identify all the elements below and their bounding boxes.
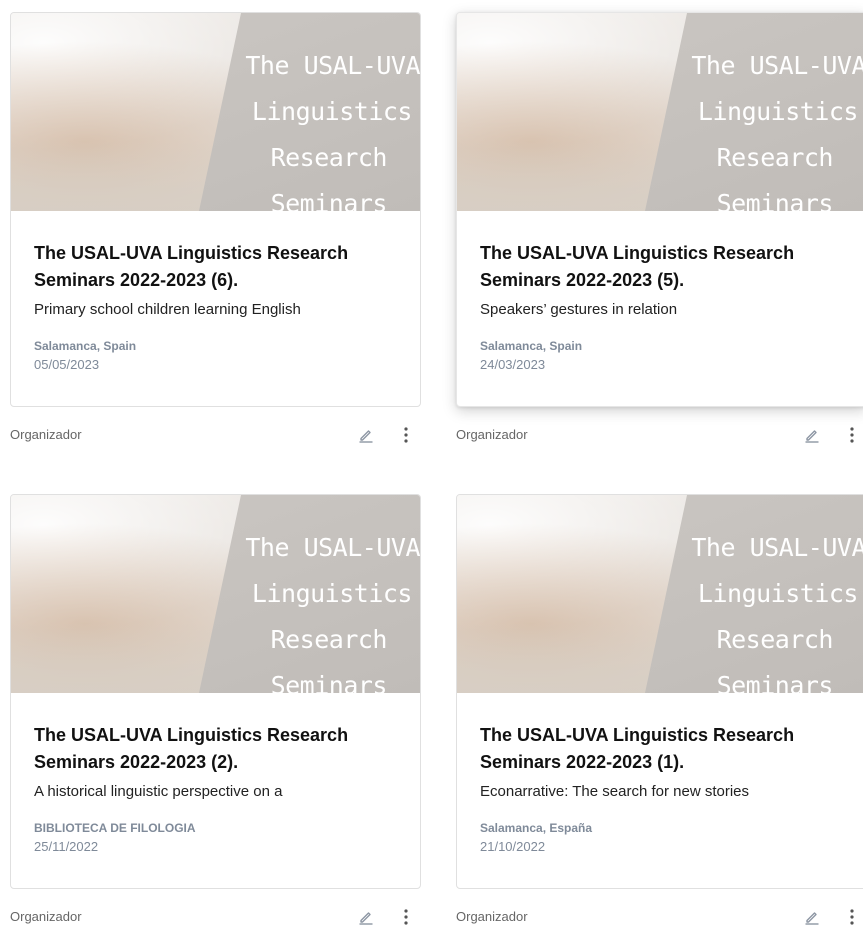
event-card[interactable]: The USAL-UVA Linguistics Research Semina… — [456, 494, 863, 889]
event-card-body: The USAL-UVA Linguistics Research Semina… — [457, 693, 863, 855]
event-footer: Organizador — [10, 901, 421, 941]
more-vert-icon — [850, 909, 854, 925]
event-card[interactable]: The USAL-UVA Linguistics Research Semina… — [10, 12, 421, 407]
more-options-button[interactable] — [846, 425, 858, 445]
event-banner-image: The USAL-UVA Linguistics Research Semina… — [457, 495, 863, 693]
more-vert-icon — [850, 427, 854, 443]
banner-line: The USAL-UVA — [245, 51, 420, 80]
event-description: Econarrative: The search for new stories — [480, 783, 750, 800]
more-vert-icon — [404, 909, 408, 925]
event-card[interactable]: The USAL-UVA Linguistics Research Semina… — [10, 494, 421, 889]
event-title[interactable]: The USAL-UVA Linguistics Research Semina… — [34, 240, 398, 294]
more-options-button[interactable] — [400, 425, 412, 445]
event-footer: Organizador — [456, 419, 863, 459]
banner-line: Research — [270, 143, 388, 172]
edit-button[interactable] — [356, 425, 376, 445]
event-location: Salamanca, España — [480, 821, 593, 835]
banner-line: Linguistics — [697, 579, 859, 608]
banner-line: Research — [716, 625, 834, 654]
more-options-button[interactable] — [400, 907, 412, 927]
event-card-body: The USAL-UVA Linguistics Research Semina… — [11, 211, 420, 373]
event-description: Speakers’ gestures in relation — [480, 301, 678, 318]
event-location: Salamanca, Spain — [480, 339, 583, 353]
event-card-container: The USAL-UVA Linguistics Research Semina… — [10, 12, 421, 459]
banner-text: The USAL-UVA Linguistics Research Semina… — [636, 525, 863, 693]
edit-button[interactable] — [802, 907, 822, 927]
event-banner-image: The USAL-UVA Linguistics Research Semina… — [11, 495, 420, 693]
event-description: Primary school children learning English — [34, 301, 301, 318]
organizer-label: Organizador — [10, 427, 82, 442]
banner-line: Seminars — [716, 189, 834, 211]
event-description: A historical linguistic perspective on a — [34, 783, 283, 800]
banner-line: Linguistics — [697, 97, 859, 126]
edit-button[interactable] — [356, 907, 376, 927]
event-card-container: The USAL-UVA Linguistics Research Semina… — [456, 494, 863, 941]
event-title[interactable]: The USAL-UVA Linguistics Research Semina… — [480, 240, 844, 294]
event-card-body: The USAL-UVA Linguistics Research Semina… — [457, 211, 863, 373]
organizer-label: Organizador — [456, 427, 528, 442]
event-date: 05/05/2023 — [34, 357, 100, 372]
event-card-body: The USAL-UVA Linguistics Research Semina… — [11, 693, 420, 855]
banner-line: Linguistics — [251, 579, 413, 608]
banner-line: Research — [716, 143, 834, 172]
banner-line: Seminars — [716, 671, 834, 693]
pencil-icon — [805, 912, 819, 925]
banner-line: The USAL-UVA — [691, 51, 863, 80]
organizer-label: Organizador — [10, 909, 82, 924]
event-location: Salamanca, Spain — [34, 339, 137, 353]
event-footer: Organizador — [456, 901, 863, 941]
organizer-label: Organizador — [456, 909, 528, 924]
event-title[interactable]: The USAL-UVA Linguistics Research Semina… — [34, 722, 398, 776]
event-location: BIBLIOTECA DE FILOLOGIA — [34, 821, 196, 835]
event-card[interactable]: The USAL-UVA Linguistics Research Semina… — [456, 12, 863, 407]
banner-line: Research — [270, 625, 388, 654]
event-title[interactable]: The USAL-UVA Linguistics Research Semina… — [480, 722, 844, 776]
banner-line: Seminars — [270, 189, 388, 211]
banner-line: The USAL-UVA — [245, 533, 420, 562]
pencil-icon — [359, 430, 373, 443]
event-date: 21/10/2022 — [480, 839, 546, 854]
banner-text: The USAL-UVA Linguistics Research Semina… — [190, 525, 420, 693]
more-options-button[interactable] — [846, 907, 858, 927]
event-card-container: The USAL-UVA Linguistics Research Semina… — [10, 494, 421, 941]
event-banner-image: The USAL-UVA Linguistics Research Semina… — [11, 13, 420, 211]
banner-text: The USAL-UVA Linguistics Research Semina… — [190, 43, 420, 211]
banner-line: The USAL-UVA — [691, 533, 863, 562]
banner-line: Seminars — [270, 671, 388, 693]
edit-button[interactable] — [802, 425, 822, 445]
event-banner-image: The USAL-UVA Linguistics Research Semina… — [457, 13, 863, 211]
banner-text: The USAL-UVA Linguistics Research Semina… — [636, 43, 863, 211]
event-footer: Organizador — [10, 419, 421, 459]
event-date: 24/03/2023 — [480, 357, 546, 372]
banner-line: Linguistics — [251, 97, 413, 126]
pencil-icon — [805, 430, 819, 443]
pencil-icon — [359, 912, 373, 925]
event-date: 25/11/2022 — [34, 839, 99, 854]
more-vert-icon — [404, 427, 408, 443]
event-card-container: The USAL-UVA Linguistics Research Semina… — [456, 12, 863, 459]
